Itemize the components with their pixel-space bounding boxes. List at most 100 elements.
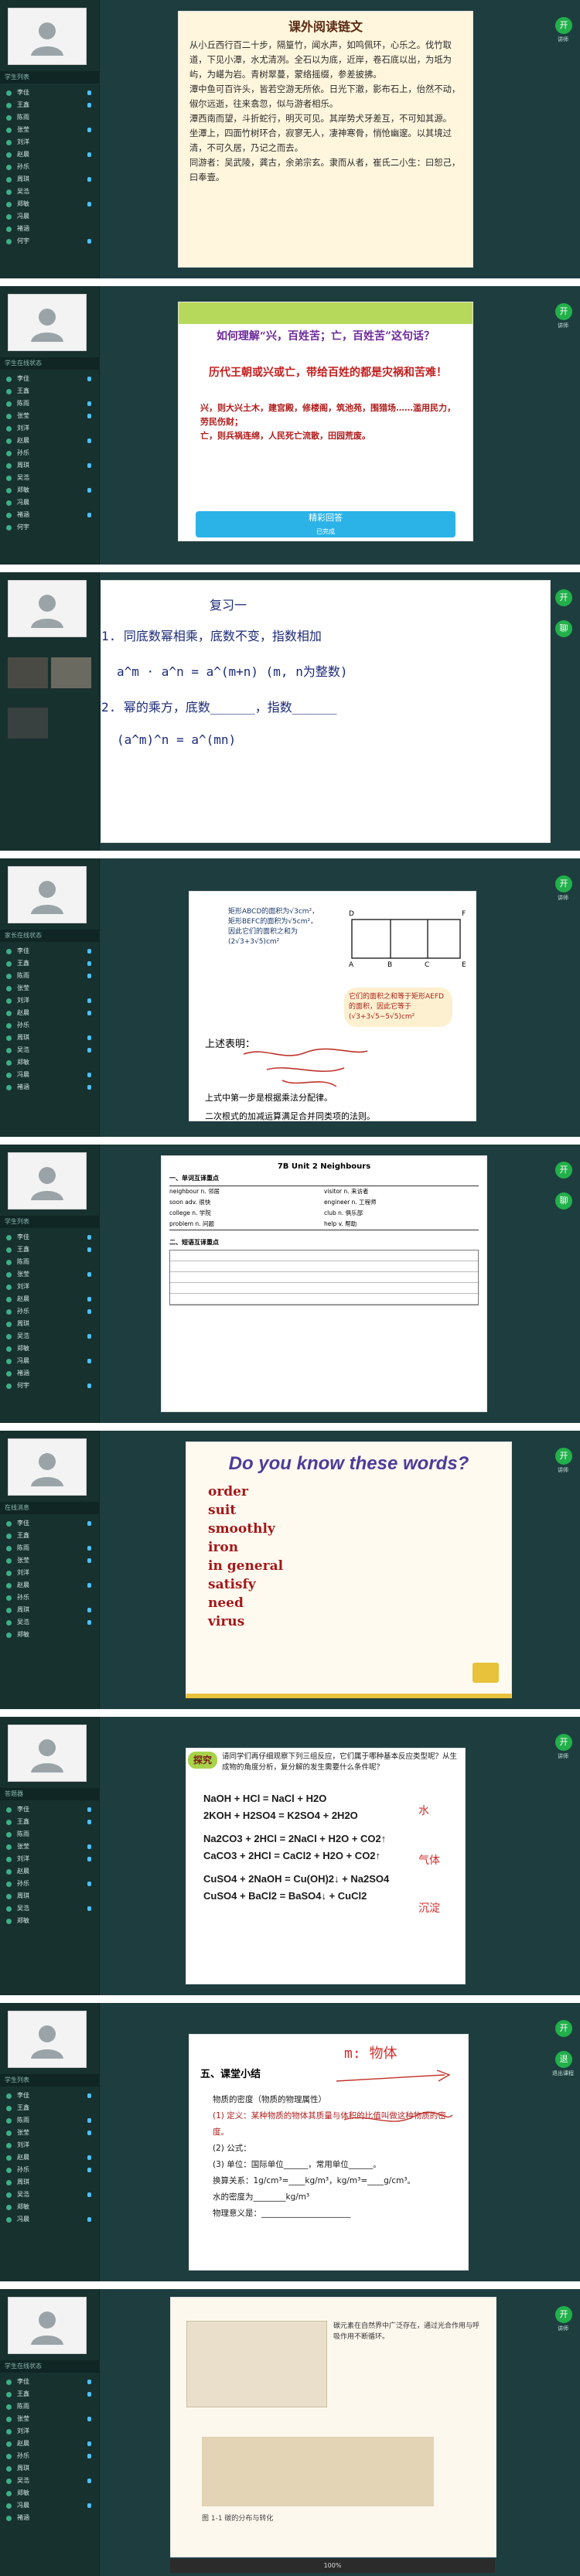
list-item[interactable]: 李佳 (0, 945, 99, 957)
list-item[interactable]: 陈雨 (0, 111, 99, 124)
list-item[interactable]: 王鑫 (0, 1530, 99, 1542)
list-item[interactable]: 孙乐 (0, 2450, 99, 2462)
list-item[interactable]: 陈雨 (0, 1542, 99, 1554)
list-item[interactable]: 孙乐 (0, 1878, 99, 1890)
teacher-button[interactable]: 开 (555, 303, 572, 320)
list-item[interactable]: 郑敏 (0, 1915, 99, 1927)
list-item[interactable]: 吴浩 (0, 2475, 99, 2487)
list-item[interactable]: 孙乐 (0, 161, 99, 173)
list-item[interactable]: 刘洋 (0, 2139, 99, 2151)
list-item[interactable]: 赵晨 (0, 435, 99, 447)
list-item[interactable]: 郑敏 (0, 1056, 99, 1069)
list-item[interactable]: 周琪 (0, 2462, 99, 2475)
list-item[interactable]: 冯晨 (0, 1069, 99, 1081)
list-item[interactable]: 何宇 (0, 1380, 99, 1392)
list-item[interactable]: 李佳 (0, 1517, 99, 1530)
sidebar-tabs[interactable]: 学生列表 (0, 2074, 99, 2086)
list-item[interactable]: 冯晨 (0, 210, 99, 223)
chat-button[interactable]: 聊 (555, 620, 572, 637)
list-item[interactable]: 李佳 (0, 373, 99, 385)
list-item[interactable]: 陈雨 (0, 2400, 99, 2413)
list-item[interactable]: 赵晨 (0, 1865, 99, 1878)
list-item[interactable]: 褚涵 (0, 1367, 99, 1380)
list-item[interactable]: 刘洋 (0, 2425, 99, 2438)
list-item[interactable]: 孙乐 (0, 1305, 99, 1318)
sidebar-tabs[interactable]: 答题器 (0, 1788, 99, 1800)
list-item[interactable]: 刘洋 (0, 1281, 99, 1293)
list-item[interactable]: 吴浩 (0, 2189, 99, 2201)
list-item[interactable]: 孙乐 (0, 1019, 99, 1032)
list-item[interactable]: 王鑫 (0, 1244, 99, 1256)
list-item[interactable]: 周琪 (0, 1318, 99, 1330)
teacher-button[interactable]: 开 (555, 2306, 572, 2323)
teacher-button[interactable]: 开 (555, 1734, 572, 1751)
list-item[interactable]: 王鑫 (0, 957, 99, 970)
teacher-button[interactable]: 开 (555, 589, 572, 606)
list-item[interactable]: 刘洋 (0, 995, 99, 1007)
list-item[interactable]: 吴浩 (0, 1616, 99, 1629)
zoom-level[interactable]: 100% (324, 2562, 342, 2569)
exit-button[interactable]: 退 (555, 2051, 572, 2068)
list-item[interactable]: 孙乐 (0, 447, 99, 459)
teacher-button[interactable]: 开 (555, 875, 572, 892)
list-item[interactable]: 张莹 (0, 124, 99, 136)
list-item[interactable]: 赵晨 (0, 2151, 99, 2164)
list-item[interactable]: 郑敏 (0, 2487, 99, 2499)
list-item[interactable]: 冯晨 (0, 1355, 99, 1367)
list-item[interactable]: 郑敏 (0, 1343, 99, 1355)
list-item[interactable]: 张莹 (0, 1268, 99, 1281)
teacher-button[interactable]: 开 (555, 2020, 572, 2037)
list-item[interactable]: 李佳 (0, 2090, 99, 2102)
list-item[interactable]: 赵晨 (0, 1293, 99, 1305)
list-item[interactable]: 周琪 (0, 459, 99, 472)
teacher-button[interactable]: 开 (555, 17, 572, 34)
list-item[interactable]: 赵晨 (0, 148, 99, 161)
list-item[interactable]: 刘洋 (0, 136, 99, 148)
list-item[interactable]: 张莹 (0, 1841, 99, 1853)
teacher-button[interactable]: 开 (555, 1448, 572, 1465)
list-item[interactable]: 周琪 (0, 1032, 99, 1044)
list-item[interactable]: 陈雨 (0, 2114, 99, 2127)
sidebar-tabs[interactable]: 家长在线状态 (0, 930, 99, 942)
list-item[interactable]: 赵晨 (0, 1007, 99, 1019)
list-item[interactable]: 李佳 (0, 1231, 99, 1244)
list-item[interactable]: 吴浩 (0, 1902, 99, 1915)
list-item[interactable]: 王鑫 (0, 2102, 99, 2114)
list-item[interactable]: 褚涵 (0, 223, 99, 235)
list-item[interactable]: 吴浩 (0, 1330, 99, 1343)
sidebar-tabs[interactable]: 在线消息 (0, 1502, 99, 1514)
list-item[interactable]: 王鑫 (0, 2388, 99, 2400)
list-item[interactable]: 陈雨 (0, 397, 99, 410)
chat-button[interactable]: 聊 (555, 1192, 572, 1210)
list-item[interactable]: 陈雨 (0, 1256, 99, 1268)
list-item[interactable]: 赵晨 (0, 2438, 99, 2450)
list-item[interactable]: 张莹 (0, 982, 99, 995)
list-item[interactable]: 冯晨 (0, 2499, 99, 2512)
list-item[interactable]: 王鑫 (0, 1816, 99, 1828)
list-item[interactable]: 刘洋 (0, 422, 99, 435)
pdf-toolbar[interactable]: 100% (170, 2559, 495, 2573)
list-item[interactable]: 刘洋 (0, 1567, 99, 1579)
list-item[interactable]: 张莹 (0, 410, 99, 422)
list-item[interactable]: 吴浩 (0, 186, 99, 198)
teacher-button[interactable]: 开 (555, 1162, 572, 1179)
list-item[interactable]: 王鑫 (0, 385, 99, 397)
list-item[interactable]: 郑敏 (0, 1629, 99, 1641)
whiteboard[interactable]: 复习一 1. 同底数幂相乘，底数不变，指数相加 a^m · a^n = a^(m… (101, 580, 551, 843)
list-item[interactable]: 李佳 (0, 1803, 99, 1816)
list-item[interactable]: 李佳 (0, 87, 99, 99)
list-item[interactable]: 王鑫 (0, 99, 99, 111)
list-item[interactable]: 孙乐 (0, 1592, 99, 1604)
list-item[interactable]: 陈雨 (0, 970, 99, 982)
list-item[interactable]: 周琪 (0, 1890, 99, 1902)
list-item[interactable]: 郑敏 (0, 484, 99, 496)
list-item[interactable]: 褚涵 (0, 1081, 99, 1094)
list-item[interactable]: 吴浩 (0, 1044, 99, 1056)
sidebar-tabs[interactable]: 学生在线状态 (0, 2360, 99, 2373)
list-item[interactable]: 周琪 (0, 2176, 99, 2189)
list-item[interactable]: 何宇 (0, 521, 99, 534)
list-item[interactable]: 赵晨 (0, 1579, 99, 1592)
highlight-panel[interactable]: 精彩回答 已完成 (196, 511, 455, 537)
list-item[interactable]: 李佳 (0, 2376, 99, 2388)
list-item[interactable]: 陈雨 (0, 1828, 99, 1841)
